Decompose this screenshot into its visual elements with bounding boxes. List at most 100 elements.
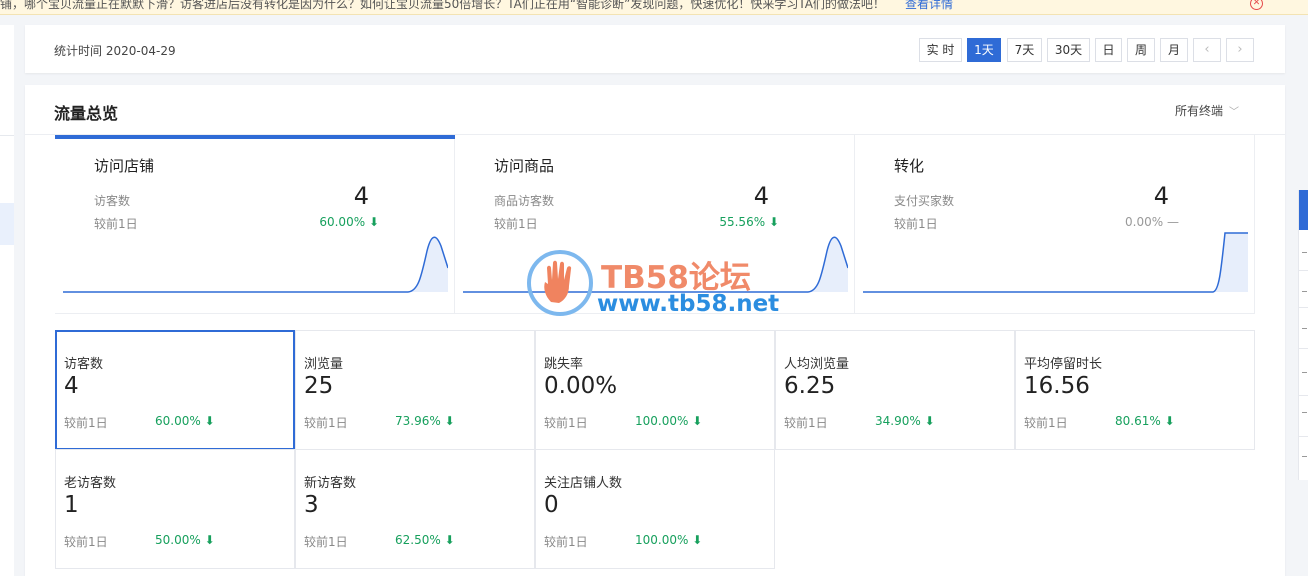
range-day-button[interactable]: 日 bbox=[1095, 38, 1122, 62]
metric-compare-label: 较前1日 bbox=[784, 416, 828, 430]
terminal-dropdown[interactable]: 所有终端 ﹀ bbox=[1175, 102, 1239, 119]
right-tab-mark bbox=[1302, 328, 1307, 329]
metric-change: 34.90% ⬇ bbox=[875, 414, 935, 428]
active-indicator bbox=[55, 135, 455, 139]
metric-value: 16.56 bbox=[1024, 373, 1090, 399]
overview-title: 访问店铺 bbox=[94, 157, 155, 175]
overview-visit-shop[interactable]: 访问店铺 访客数 4 较前1日 60.00% ⬇ bbox=[55, 135, 455, 314]
metric-card-bounce-rate[interactable]: 跳失率 0.00% 较前1日 100.00% ⬇ bbox=[535, 330, 775, 450]
banner-text: 铺，哪个宝贝流量正在默默下滑？访客进店后没有转化是因为什么？如何让宝贝流量50倍… bbox=[0, 0, 885, 11]
metric-compare-label: 较前1日 bbox=[544, 416, 588, 430]
down-arrow-icon: ⬇ bbox=[444, 533, 455, 547]
overview-change: 0.00% — bbox=[1125, 215, 1179, 229]
metric-change: 60.00% ⬇ bbox=[155, 414, 215, 428]
metric-value: 6.25 bbox=[784, 373, 836, 399]
range-realtime-button[interactable]: 实 时 bbox=[919, 38, 962, 62]
metric-card-avg-pageviews[interactable]: 人均浏览量 6.25 较前1日 34.90% ⬇ bbox=[775, 330, 1015, 450]
metric-compare-label: 较前1日 bbox=[64, 535, 108, 549]
overview-compare-label: 较前1日 bbox=[94, 217, 138, 231]
stat-time-bar: 统计时间 2020-04-29 实 时 1天 7天 30天 日 周 月 ‹ › bbox=[25, 25, 1285, 73]
metric-value: 1 bbox=[64, 492, 79, 518]
metric-label: 跳失率 bbox=[544, 357, 584, 372]
section-title: 流量总览 bbox=[54, 104, 119, 123]
sidebar-divider bbox=[0, 135, 14, 136]
metric-compare-label: 较前1日 bbox=[1024, 416, 1068, 430]
right-tab-mark bbox=[1302, 372, 1307, 373]
metric-card-visitors[interactable]: 访客数 4 较前1日 60.00% ⬇ bbox=[55, 330, 295, 450]
down-arrow-icon: ⬇ bbox=[692, 533, 703, 547]
metric-card-new-visitors[interactable]: 新访客数 3 较前1日 62.50% ⬇ bbox=[295, 449, 535, 569]
metric-change: 80.61% ⬇ bbox=[1115, 414, 1175, 428]
watermark: TB58论坛 www.tb58.net bbox=[527, 250, 787, 330]
metric-change: 62.50% ⬇ bbox=[395, 533, 455, 547]
overview-value: 4 bbox=[1153, 182, 1169, 210]
traffic-overview-card: 流量总览 所有终端 ﹀ 访问店铺 访客数 4 较前1日 60.00% ⬇ 访问商品… bbox=[25, 85, 1285, 576]
down-arrow-icon: ⬇ bbox=[692, 414, 703, 428]
sidebar bbox=[0, 25, 14, 576]
flat-dash-icon: — bbox=[1167, 215, 1179, 229]
view-details-link[interactable]: 查看详情 bbox=[905, 0, 953, 12]
close-icon[interactable]: ✕ bbox=[1250, 0, 1263, 10]
metric-label: 浏览量 bbox=[304, 357, 344, 372]
metric-change: 73.96% ⬇ bbox=[395, 414, 455, 428]
range-week-button[interactable]: 周 bbox=[1127, 38, 1155, 62]
metric-value: 25 bbox=[304, 373, 334, 399]
metric-card-returning-visitors[interactable]: 老访客数 1 较前1日 50.00% ⬇ bbox=[55, 449, 295, 569]
metric-card-shop-followers[interactable]: 关注店铺人数 0 较前1日 100.00% ⬇ bbox=[535, 449, 775, 569]
metric-change: 100.00% ⬇ bbox=[635, 533, 703, 547]
right-tab-divider bbox=[1299, 270, 1308, 271]
right-tab-mark bbox=[1302, 291, 1307, 292]
next-arrow-button[interactable]: › bbox=[1226, 38, 1254, 62]
overview-title: 访问商品 bbox=[494, 157, 555, 175]
metric-compare-label: 较前1日 bbox=[544, 535, 588, 549]
overview-metric-label: 商品访客数 bbox=[494, 194, 555, 208]
metric-value: 0.00% bbox=[544, 373, 618, 399]
overview-sparkline bbox=[63, 236, 448, 293]
metric-card-avg-stay[interactable]: 平均停留时长 16.56 较前1日 80.61% ⬇ bbox=[1015, 330, 1255, 450]
overview-change: 60.00% ⬇ bbox=[319, 215, 379, 229]
metric-label: 关注店铺人数 bbox=[544, 476, 623, 491]
metric-compare-label: 较前1日 bbox=[304, 535, 348, 549]
right-tab-divider bbox=[1299, 436, 1308, 437]
range-month-button[interactable]: 月 bbox=[1160, 38, 1188, 62]
metric-compare-label: 较前1日 bbox=[64, 416, 108, 430]
overview-metric-label: 支付买家数 bbox=[894, 194, 955, 208]
overview-conversion[interactable]: 转化 支付买家数 4 较前1日 0.00% — bbox=[855, 135, 1255, 314]
metric-value: 0 bbox=[544, 492, 559, 518]
down-arrow-icon: ⬇ bbox=[368, 215, 379, 229]
metric-label: 访客数 bbox=[64, 357, 104, 372]
stat-time: 统计时间 2020-04-29 bbox=[54, 44, 176, 58]
right-tab-active[interactable] bbox=[1299, 190, 1308, 230]
metric-change: 50.00% ⬇ bbox=[155, 533, 215, 547]
hand-logo-icon bbox=[544, 260, 572, 303]
metric-compare-label: 较前1日 bbox=[304, 416, 348, 430]
range-7day-button[interactable]: 7天 bbox=[1007, 38, 1042, 62]
right-tab-divider bbox=[1299, 348, 1308, 349]
watermark-url: www.tb58.net bbox=[597, 291, 780, 317]
overview-compare-label: 较前1日 bbox=[894, 217, 938, 231]
range-1day-button[interactable]: 1天 bbox=[967, 38, 1001, 62]
overview-metric-label: 访客数 bbox=[94, 194, 131, 208]
down-arrow-icon: ⬇ bbox=[204, 414, 215, 428]
metric-label: 人均浏览量 bbox=[784, 357, 850, 372]
down-arrow-icon: ⬇ bbox=[444, 414, 455, 428]
down-arrow-icon: ⬇ bbox=[1164, 414, 1175, 428]
screen: 铺，哪个宝贝流量正在默默下滑？访客进店后没有转化是因为什么？如何让宝贝流量50倍… bbox=[0, 0, 1308, 576]
right-tab-mark bbox=[1302, 252, 1307, 253]
overview-change: 55.56% ⬇ bbox=[719, 215, 779, 229]
right-float-tabs[interactable] bbox=[1298, 190, 1308, 480]
metric-label: 新访客数 bbox=[304, 476, 357, 491]
right-tab-mark bbox=[1302, 412, 1307, 413]
chevron-down-icon: ﹀ bbox=[1229, 107, 1240, 118]
notice-banner: 铺，哪个宝贝流量正在默默下滑？访客进店后没有转化是因为什么？如何让宝贝流量50倍… bbox=[0, 0, 1308, 15]
overview-value: 4 bbox=[353, 182, 369, 210]
range-30day-button[interactable]: 30天 bbox=[1047, 38, 1090, 62]
metric-value: 3 bbox=[304, 492, 319, 518]
overview-value: 4 bbox=[753, 182, 769, 210]
right-tab-divider bbox=[1299, 307, 1308, 308]
sidebar-item-selected[interactable] bbox=[0, 203, 14, 245]
metric-label: 老访客数 bbox=[64, 476, 117, 491]
right-tab-divider bbox=[1299, 395, 1308, 396]
metric-card-pageviews[interactable]: 浏览量 25 较前1日 73.96% ⬇ bbox=[295, 330, 535, 450]
prev-arrow-button[interactable]: ‹ bbox=[1193, 38, 1221, 62]
